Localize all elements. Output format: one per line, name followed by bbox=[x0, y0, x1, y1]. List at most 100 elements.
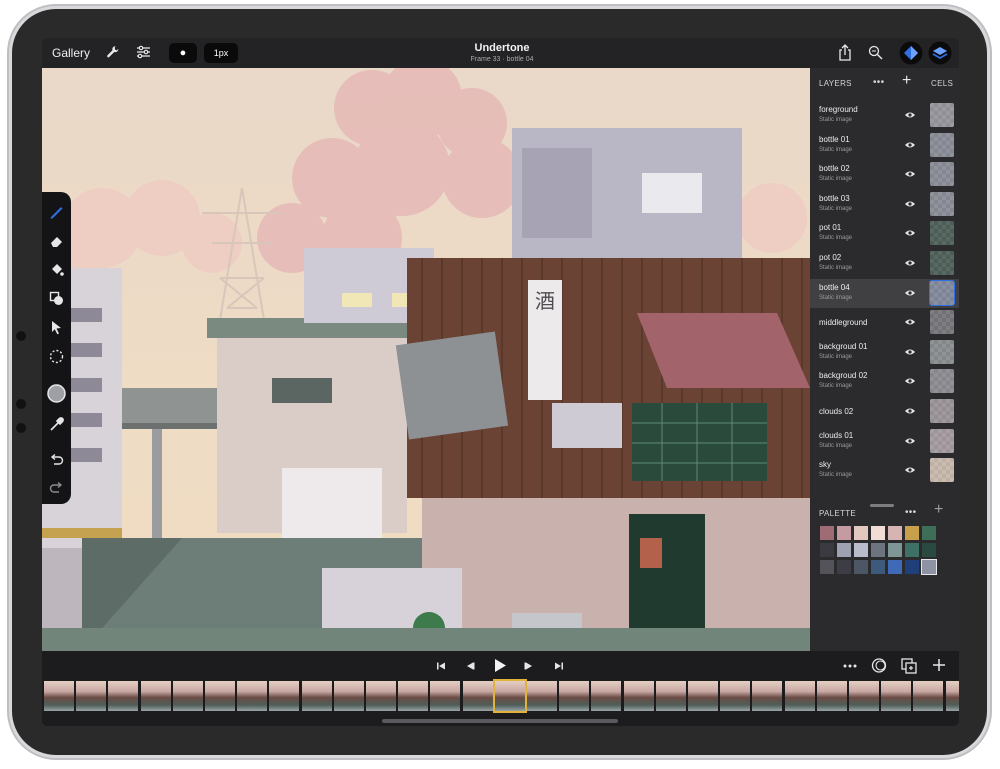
fill-bucket-icon[interactable] bbox=[49, 262, 64, 277]
layer-row[interactable]: bottle 04 Static image bbox=[810, 278, 959, 308]
visibility-eye-icon[interactable] bbox=[904, 170, 916, 178]
layer-cel-thumbnail[interactable] bbox=[930, 369, 954, 394]
palette-more-button[interactable]: ••• bbox=[905, 507, 916, 518]
palette-swatch[interactable] bbox=[837, 543, 851, 557]
frame-thumbnail[interactable] bbox=[752, 681, 783, 711]
selection-icon[interactable] bbox=[49, 349, 64, 364]
layer-row[interactable]: pot 02 Static image bbox=[810, 249, 959, 278]
frame-thumbnail[interactable] bbox=[205, 681, 235, 711]
layer-cel-thumbnail[interactable] bbox=[930, 458, 954, 483]
frame-thumbnail[interactable] bbox=[366, 681, 396, 711]
onion-skin-icon[interactable] bbox=[871, 658, 887, 673]
layer-row[interactable]: bottle 01 Static image bbox=[810, 131, 959, 160]
next-frame-icon[interactable] bbox=[524, 661, 534, 671]
frame-thumbnail[interactable] bbox=[462, 681, 493, 711]
play-icon[interactable] bbox=[493, 658, 507, 673]
adjustments-icon[interactable] bbox=[136, 45, 151, 59]
layer-cel-thumbnail[interactable] bbox=[930, 339, 954, 364]
frame-thumbnail[interactable] bbox=[430, 681, 461, 711]
layer-cel-thumbnail[interactable] bbox=[929, 279, 955, 306]
visibility-eye-icon[interactable] bbox=[904, 377, 916, 385]
layer-cel-thumbnail[interactable] bbox=[930, 191, 954, 216]
palette-swatch[interactable] bbox=[854, 560, 868, 574]
palette-swatch[interactable] bbox=[905, 560, 919, 574]
color-picker-icon[interactable] bbox=[47, 384, 66, 403]
visibility-eye-icon[interactable] bbox=[904, 200, 916, 208]
panel-divider-handle[interactable] bbox=[870, 504, 894, 507]
frame-thumbnail[interactable] bbox=[816, 681, 847, 711]
frame-thumbnail[interactable] bbox=[172, 681, 203, 711]
palette-swatch[interactable] bbox=[888, 543, 902, 557]
visibility-eye-icon[interactable] bbox=[904, 111, 916, 119]
palette-swatch[interactable] bbox=[905, 526, 919, 540]
palette-swatch[interactable] bbox=[922, 543, 936, 557]
shapes-icon[interactable] bbox=[49, 291, 64, 306]
move-cursor-icon[interactable] bbox=[49, 320, 64, 335]
palette-swatch[interactable] bbox=[888, 526, 902, 540]
visibility-eye-icon[interactable] bbox=[904, 437, 916, 445]
palette-swatch[interactable] bbox=[854, 526, 868, 540]
layer-cel-thumbnail[interactable] bbox=[930, 103, 954, 127]
frame-thumbnail[interactable] bbox=[720, 681, 751, 711]
previous-frame-icon[interactable] bbox=[465, 661, 475, 671]
palette-swatch[interactable] bbox=[871, 560, 885, 574]
palette-swatch[interactable] bbox=[871, 526, 885, 540]
palette-swatch[interactable] bbox=[871, 543, 885, 557]
add-frame-icon[interactable] bbox=[932, 658, 946, 672]
frame-thumbnail[interactable] bbox=[301, 681, 332, 711]
frame-thumbnail[interactable] bbox=[945, 681, 959, 711]
layer-cel-thumbnail[interactable] bbox=[930, 221, 954, 246]
visibility-eye-icon[interactable] bbox=[904, 141, 916, 149]
frame-thumbnail[interactable] bbox=[76, 681, 107, 711]
frame-thumbnail[interactable] bbox=[398, 681, 429, 711]
visibility-eye-icon[interactable] bbox=[904, 348, 916, 356]
frame-thumbnail[interactable] bbox=[108, 681, 139, 711]
visibility-eye-icon[interactable] bbox=[904, 407, 916, 415]
eyedropper-icon[interactable] bbox=[49, 417, 64, 432]
layers-icon[interactable] bbox=[928, 41, 952, 65]
gallery-button[interactable]: Gallery bbox=[52, 46, 90, 60]
frame-thumbnail[interactable] bbox=[655, 681, 686, 711]
frame-thumbnail[interactable] bbox=[140, 681, 171, 711]
palette-swatch[interactable] bbox=[922, 526, 936, 540]
palette-swatch[interactable] bbox=[820, 560, 834, 574]
brush-shape-button[interactable]: ● bbox=[169, 43, 197, 63]
duplicate-frame-icon[interactable] bbox=[901, 658, 917, 674]
layer-cel-thumbnail[interactable] bbox=[930, 162, 954, 187]
brush-size-button[interactable]: 1px bbox=[204, 43, 238, 63]
share-icon[interactable] bbox=[838, 44, 852, 61]
frame-thumbnail[interactable] bbox=[237, 681, 268, 711]
layer-row[interactable]: backgroud 02 Static image bbox=[810, 367, 959, 396]
more-icon[interactable] bbox=[843, 664, 857, 668]
palette-swatch[interactable] bbox=[820, 543, 834, 557]
visibility-eye-icon[interactable] bbox=[904, 259, 916, 267]
layer-cel-thumbnail[interactable] bbox=[930, 251, 954, 275]
layer-row[interactable]: sky Static image bbox=[810, 456, 959, 485]
frame-thumbnail[interactable] bbox=[688, 681, 718, 711]
layer-row[interactable]: backgroud 01 Static image bbox=[810, 338, 959, 367]
visibility-eye-icon[interactable] bbox=[904, 318, 916, 326]
visibility-eye-icon[interactable] bbox=[904, 289, 916, 297]
add-layer-button[interactable]: + bbox=[902, 72, 912, 90]
eraser-icon[interactable] bbox=[49, 233, 64, 248]
layer-row[interactable]: clouds 02 bbox=[810, 397, 959, 426]
palette-swatch[interactable] bbox=[905, 543, 919, 557]
undo-icon[interactable] bbox=[49, 452, 64, 467]
add-color-button[interactable]: + bbox=[934, 501, 944, 519]
first-frame-icon[interactable] bbox=[436, 661, 446, 671]
frame-thumbnail[interactable] bbox=[881, 681, 912, 711]
layer-row[interactable]: bottle 02 Static image bbox=[810, 160, 959, 189]
palette-swatch[interactable] bbox=[820, 526, 834, 540]
palette-swatch[interactable] bbox=[921, 559, 937, 575]
pencil-icon[interactable] bbox=[49, 204, 64, 219]
frame-thumbnail[interactable] bbox=[527, 681, 557, 711]
zoom-icon[interactable] bbox=[868, 45, 883, 60]
layers-more-button[interactable]: ••• bbox=[873, 77, 884, 88]
layer-row[interactable]: foreground Static image bbox=[810, 101, 959, 130]
frame-thumbnail[interactable] bbox=[849, 681, 879, 711]
frame-thumbnail[interactable] bbox=[591, 681, 622, 711]
redo-icon[interactable] bbox=[49, 480, 64, 495]
layer-row[interactable]: clouds 01 Static image bbox=[810, 427, 959, 456]
layer-row[interactable]: bottle 03 Static image bbox=[810, 190, 959, 219]
selection-mode-icon[interactable] bbox=[899, 41, 923, 65]
